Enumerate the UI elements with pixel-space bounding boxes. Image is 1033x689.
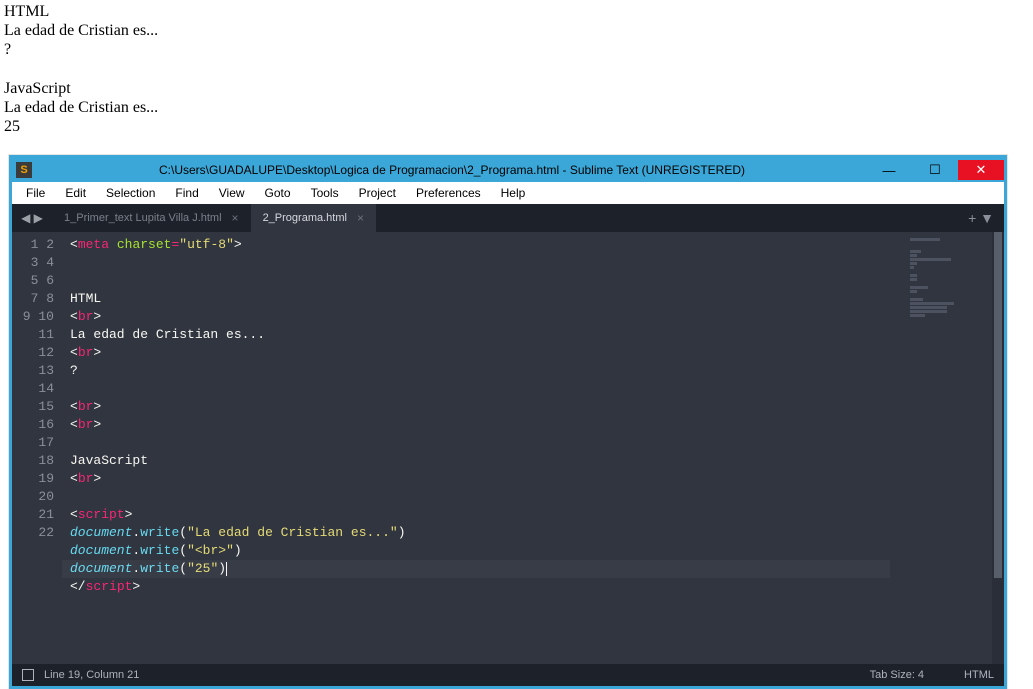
- tab-label: 2_Programa.html: [263, 212, 347, 224]
- tab-close-icon[interactable]: ×: [357, 211, 364, 225]
- menu-tools[interactable]: Tools: [301, 184, 349, 202]
- vertical-scrollbar[interactable]: [992, 232, 1004, 664]
- minimize-icon: —: [883, 163, 896, 178]
- menu-project[interactable]: Project: [349, 184, 406, 202]
- maximize-icon: ☐: [929, 162, 941, 178]
- output-line: JavaScript: [4, 79, 1029, 98]
- tab-bar: ◀ ▶ 1_Primer_text Lupita Villa J.html × …: [12, 204, 1004, 232]
- statusbar: Line 19, Column 21 Tab Size: 4 HTML: [12, 664, 1004, 686]
- output-line: [4, 60, 1029, 79]
- titlebar[interactable]: S C:\Users\GUADALUPE\Desktop\Logica de P…: [12, 158, 1004, 182]
- menu-view[interactable]: View: [209, 184, 255, 202]
- window-controls: — ☐ ✕: [866, 160, 1004, 180]
- menubar: File Edit Selection Find View Goto Tools…: [12, 182, 1004, 204]
- menu-goto[interactable]: Goto: [255, 184, 301, 202]
- panel-toggle-icon[interactable]: [22, 669, 34, 681]
- tab-file-2[interactable]: 2_Programa.html ×: [251, 204, 376, 232]
- menu-file[interactable]: File: [16, 184, 55, 202]
- output-line: 25: [4, 117, 1029, 136]
- tab-history-arrows[interactable]: ◀ ▶: [12, 204, 52, 232]
- browser-output: HTML La edad de Cristian es... ? JavaScr…: [0, 0, 1033, 138]
- menu-help[interactable]: Help: [491, 184, 536, 202]
- minimap[interactable]: [902, 232, 992, 664]
- output-line: ?: [4, 40, 1029, 59]
- sublime-text-window: S C:\Users\GUADALUPE\Desktop\Logica de P…: [9, 155, 1007, 689]
- output-line: HTML: [4, 2, 1029, 21]
- editor-area: 1 2 3 4 5 6 7 8 9 10 11 12 13 14 15 16 1…: [12, 232, 1004, 664]
- tab-file-1[interactable]: 1_Primer_text Lupita Villa J.html ×: [52, 204, 251, 232]
- tab-label: 1_Primer_text Lupita Villa J.html: [64, 212, 222, 224]
- output-line: La edad de Cristian es...: [4, 98, 1029, 117]
- line-number-gutter: 1 2 3 4 5 6 7 8 9 10 11 12 13 14 15 16 1…: [12, 232, 62, 664]
- minimize-button[interactable]: —: [866, 160, 912, 180]
- status-tab-size[interactable]: Tab Size: 4: [870, 669, 924, 681]
- output-line: La edad de Cristian es...: [4, 21, 1029, 40]
- app-icon: S: [16, 162, 32, 178]
- maximize-button[interactable]: ☐: [912, 160, 958, 180]
- menu-selection[interactable]: Selection: [96, 184, 165, 202]
- status-cursor-position[interactable]: Line 19, Column 21: [44, 669, 139, 681]
- menu-find[interactable]: Find: [165, 184, 208, 202]
- close-button[interactable]: ✕: [958, 160, 1004, 180]
- tab-right-controls[interactable]: + ▼: [958, 204, 1004, 232]
- status-syntax[interactable]: HTML: [964, 669, 994, 681]
- tab-close-icon[interactable]: ×: [232, 211, 239, 225]
- menu-preferences[interactable]: Preferences: [406, 184, 491, 202]
- code-content[interactable]: <meta charset="utf-8"> HTML<br>La edad d…: [62, 232, 902, 664]
- close-icon: ✕: [976, 162, 987, 178]
- window-title: C:\Users\GUADALUPE\Desktop\Logica de Pro…: [38, 163, 866, 177]
- menu-edit[interactable]: Edit: [55, 184, 96, 202]
